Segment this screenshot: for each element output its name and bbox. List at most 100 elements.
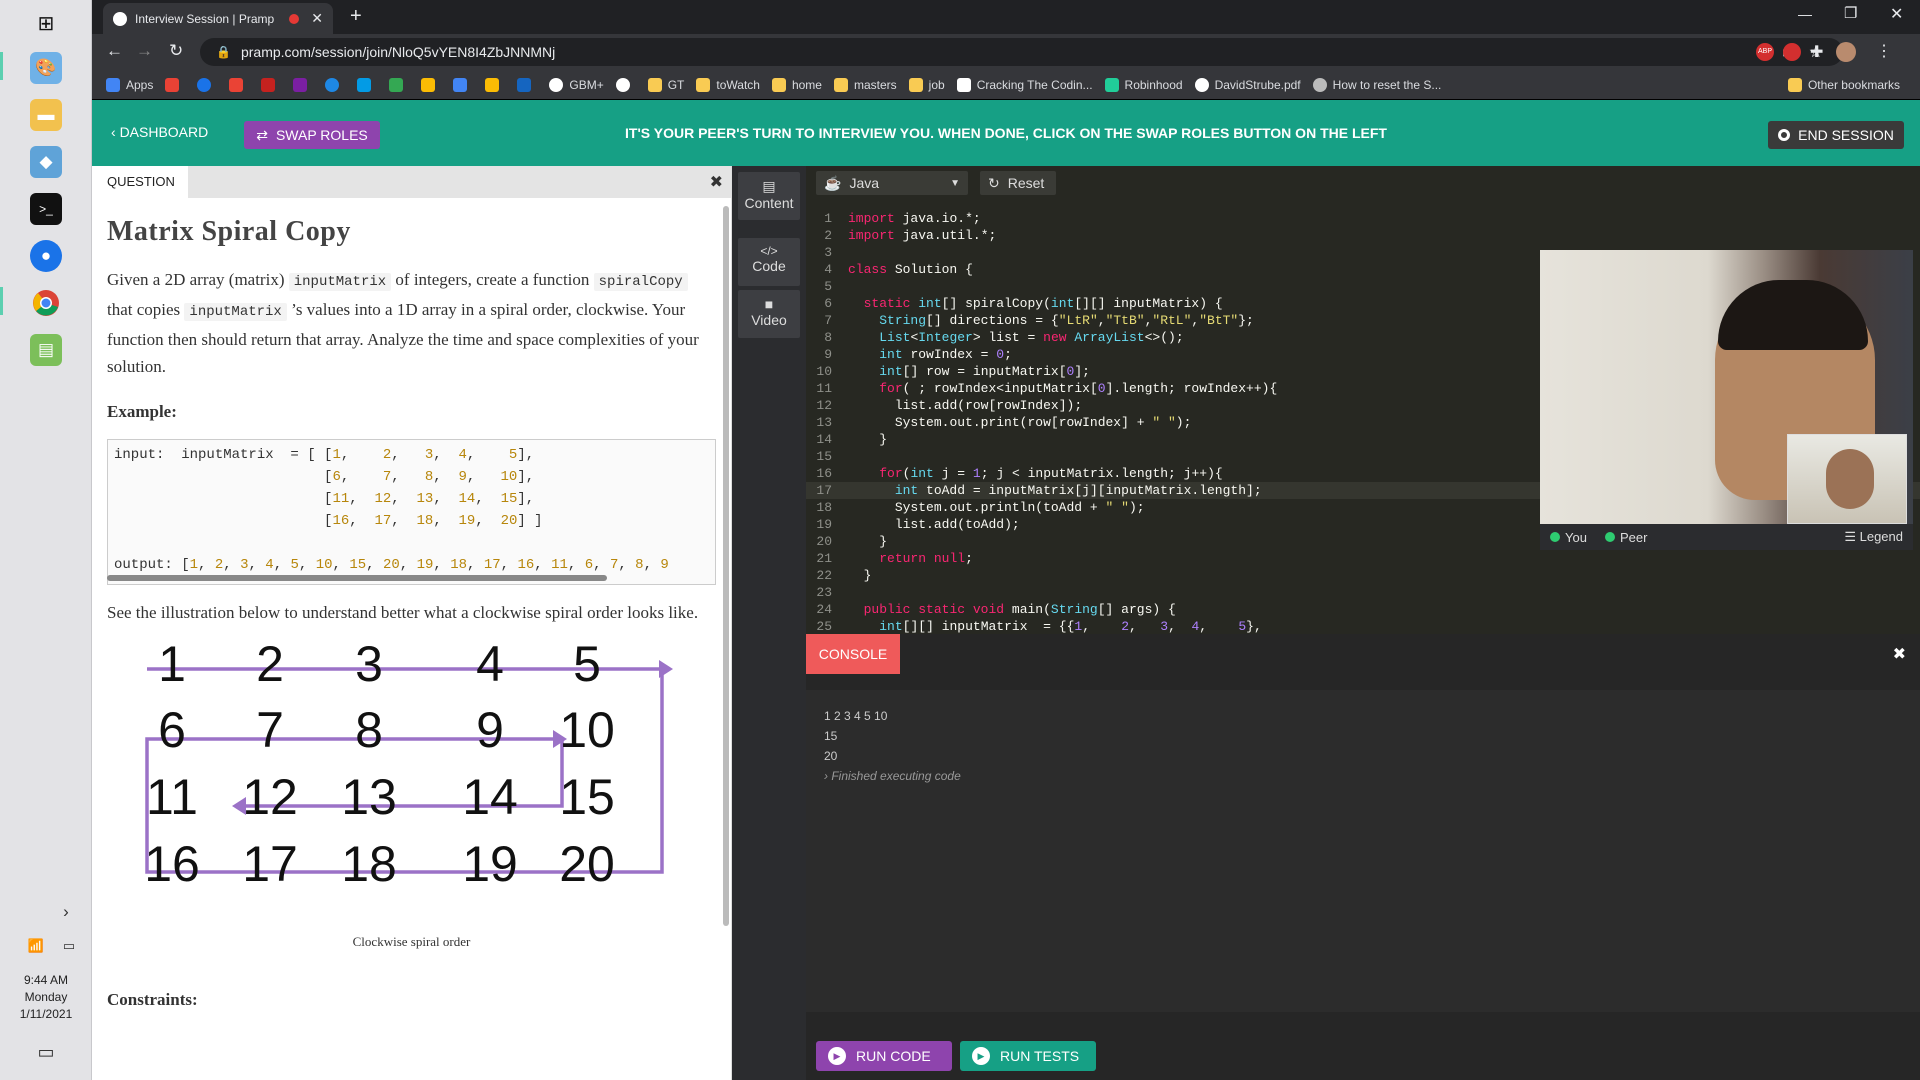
bookmark-gbm[interactable]: GBM+ xyxy=(549,77,604,92)
run-code-button[interactable]: ▶ RUN CODE xyxy=(816,1041,952,1071)
code-button[interactable]: </> Code xyxy=(738,238,800,286)
maps-icon[interactable]: ● xyxy=(30,240,62,272)
battery-icon[interactable]: ▭ xyxy=(58,930,80,962)
run-tests-button[interactable]: ▶ RUN TESTS xyxy=(960,1041,1096,1071)
bookmark-davidstrube[interactable]: DavidStrube.pdf xyxy=(1194,77,1301,92)
code-line: 22 } xyxy=(806,567,1920,584)
bookmark-favicon[interactable] xyxy=(293,77,313,92)
spiral-illustration: 1 2 3 4 5 6 7 8 9 10 11 12 13 14 15 16 17 18 19 20 xyxy=(107,634,687,944)
line-number: 1 xyxy=(824,211,832,226)
bookmark-folder-home[interactable]: home xyxy=(771,77,822,92)
address-bar[interactable]: 🔒 pramp.com/session/join/NloQ5vYEN8I4ZbJ… xyxy=(200,38,1843,66)
line-number: 15 xyxy=(816,449,832,464)
swap-roles-button[interactable]: ⇄ SWAP ROLES xyxy=(244,121,380,149)
extensions-puzzle-icon[interactable]: ✚ xyxy=(1810,42,1823,62)
bookmark-translate[interactable] xyxy=(453,77,473,92)
chrome-icon[interactable] xyxy=(30,287,62,319)
close-tab-icon[interactable]: ✕ xyxy=(311,10,323,27)
grid-number: 16 xyxy=(144,836,200,892)
line-number: 8 xyxy=(824,330,832,345)
legend-button[interactable]: ☰ Legend xyxy=(1844,529,1903,545)
windows-start-icon[interactable]: ⊞ xyxy=(30,7,62,39)
video-button[interactable]: ■ Video xyxy=(738,290,800,338)
language-select[interactable]: ☕ Java ▼ xyxy=(816,171,968,195)
self-video-thumbnail[interactable] xyxy=(1787,434,1907,524)
bookmark-keep[interactable] xyxy=(485,77,505,92)
console-tab[interactable]: CONSOLE xyxy=(806,634,900,674)
bookmark-robinhood[interactable]: Robinhood xyxy=(1104,77,1183,92)
bookmark-google[interactable] xyxy=(615,77,636,92)
taskbar-clock[interactable]: 9:44 AM Monday 1/11/2021 xyxy=(0,972,92,1023)
console-output[interactable]: 1 2 3 4 5 10 15 20 › Finished executing … xyxy=(806,690,1920,1012)
close-window-icon[interactable]: ✕ xyxy=(1890,4,1903,24)
bookmark-other[interactable]: Other bookmarks xyxy=(1787,77,1900,92)
toolbar: ← → ↻ 🔒 pramp.com/session/join/NloQ5vYEN… xyxy=(92,34,1920,70)
terminal-icon[interactable]: >_ xyxy=(30,193,62,225)
bookmark-apps[interactable]: Apps xyxy=(106,77,153,92)
profile-avatar[interactable] xyxy=(1836,42,1856,62)
console-line: 15 xyxy=(824,729,838,743)
bookmark-favicon[interactable] xyxy=(165,77,185,92)
bookmark-folder-gt[interactable]: GT xyxy=(647,77,684,92)
line-number: 7 xyxy=(824,313,832,328)
close-console-icon[interactable]: ✖ xyxy=(1893,644,1906,664)
bookmark-folder-masters[interactable]: masters xyxy=(833,77,897,92)
minimize-icon[interactable]: — xyxy=(1798,6,1812,22)
paint-app-icon[interactable]: 🎨 xyxy=(30,52,62,84)
question-scrollbar[interactable] xyxy=(723,206,729,926)
line-number: 5 xyxy=(824,279,832,294)
maximize-icon[interactable]: ❐ xyxy=(1844,4,1857,22)
bookmark-folder-towatch[interactable]: toWatch xyxy=(696,77,760,92)
bookmark-favicon[interactable] xyxy=(197,77,217,92)
bookmark-folder-job[interactable]: job xyxy=(908,77,945,92)
forward-icon[interactable]: → xyxy=(136,41,153,61)
tab-question[interactable]: QUESTION xyxy=(92,166,188,198)
wifi-icon[interactable]: 📶 xyxy=(26,930,46,962)
stop-icon xyxy=(1778,129,1791,141)
console-status: › Finished executing code xyxy=(824,769,961,783)
tab-interview-session[interactable]: Interview Session | Pramp ✕ xyxy=(103,3,333,34)
bookmark-reset[interactable]: How to reset the S... xyxy=(1312,77,1441,92)
peer-hair xyxy=(1718,280,1868,350)
code-line: 25 int[][] inputMatrix = {{1, 2, 3, 4, 5… xyxy=(806,618,1920,635)
bookmark-drive[interactable] xyxy=(421,77,441,92)
example-block[interactable]: input: inputMatrix = [ [1, 2, 3, 4, 5], … xyxy=(107,439,716,585)
bookmark-favicon[interactable] xyxy=(325,77,345,92)
globe-icon xyxy=(1194,77,1209,92)
bookmark-label: masters xyxy=(853,77,897,92)
bookmark-gmail[interactable] xyxy=(261,77,281,92)
grid-number: 17 xyxy=(242,836,298,892)
extension-icon[interactable] xyxy=(1783,43,1801,61)
editor-toolbar: ☕ Java ▼ ↻ Reset xyxy=(806,166,1920,202)
app-icon[interactable]: ◆ xyxy=(30,146,62,178)
end-session-button[interactable]: END SESSION xyxy=(1768,121,1904,149)
peer-label: Peer xyxy=(1619,529,1648,545)
inline-code: spiralCopy xyxy=(593,273,688,291)
bookmark-cracking[interactable]: Cracking The Codin... xyxy=(956,77,1093,92)
grid-number: 2 xyxy=(256,636,284,692)
notifications-icon[interactable]: ▭ xyxy=(30,1036,62,1068)
clock-day: Monday xyxy=(24,990,68,1004)
console-panel: CONSOLE ✖ 1 2 3 4 5 10 15 20 › Finished … xyxy=(806,634,1920,1080)
bookmark-favicon[interactable] xyxy=(517,77,537,92)
chevron-right-icon[interactable]: › xyxy=(56,896,76,928)
reload-icon[interactable]: ↻ xyxy=(169,41,183,61)
example-scrollbar[interactable] xyxy=(107,575,607,581)
reset-button[interactable]: ↻ Reset xyxy=(980,171,1056,195)
back-icon[interactable]: ← xyxy=(106,41,123,61)
apps-grid-icon xyxy=(106,77,120,92)
pdf-icon xyxy=(956,77,971,92)
new-tab-button[interactable]: + xyxy=(350,5,362,28)
bookmark-gmail[interactable] xyxy=(229,77,249,92)
menu-icon[interactable]: ⋮ xyxy=(1876,41,1892,61)
bookmark-maps[interactable] xyxy=(389,77,409,92)
dashboard-link[interactable]: ‹ DASHBOARD xyxy=(111,124,208,140)
extension-abp-icon[interactable]: ABP xyxy=(1756,43,1774,61)
close-question-icon[interactable]: ✖ xyxy=(710,172,723,192)
gmail-icon xyxy=(261,77,276,92)
file-explorer-icon[interactable]: ▬ xyxy=(30,99,62,131)
app-icon[interactable]: ▤ xyxy=(30,334,62,366)
bookmark-favicon[interactable] xyxy=(357,77,377,92)
content-button[interactable]: ▤ Content xyxy=(738,172,800,220)
language-label: Java xyxy=(849,175,880,191)
